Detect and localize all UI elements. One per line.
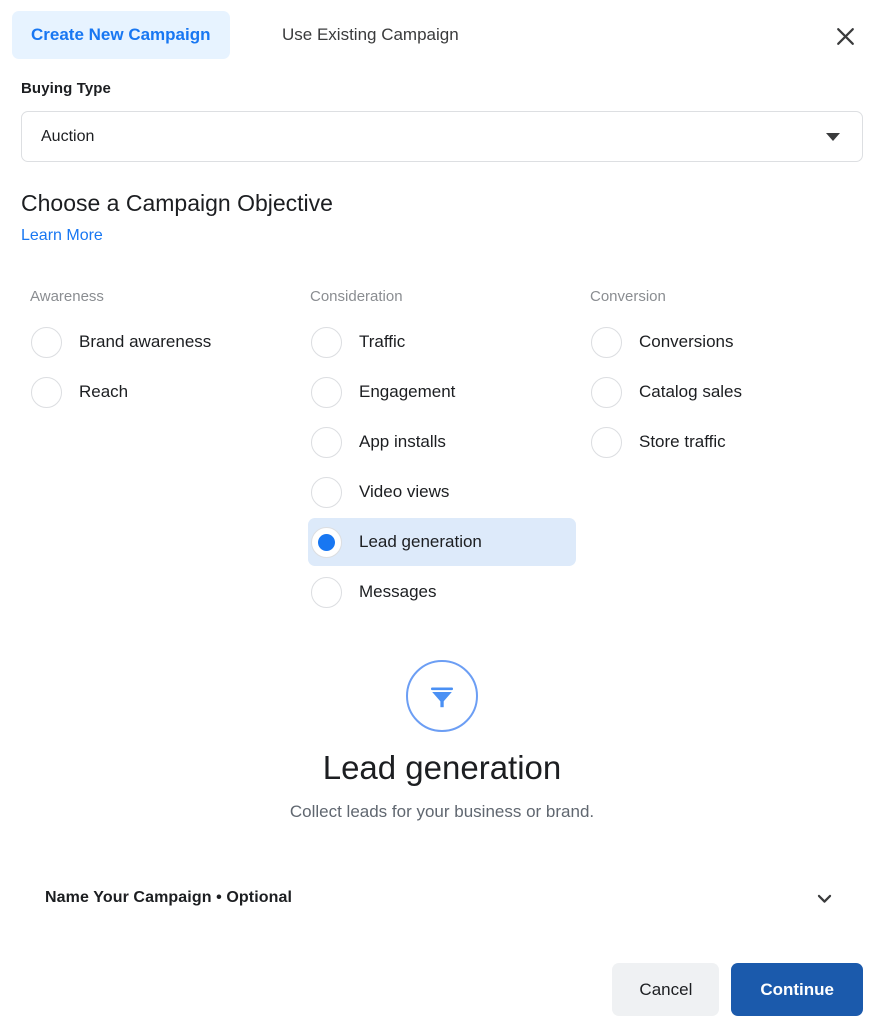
objective-option-conversions[interactable]: Conversions: [588, 318, 863, 366]
column-heading-awareness: Awareness: [28, 288, 303, 318]
radio-icon[interactable]: [311, 477, 342, 508]
radio-icon[interactable]: [311, 327, 342, 358]
buying-type-select[interactable]: Auction: [21, 111, 863, 162]
close-button[interactable]: [828, 19, 862, 53]
objective-option-video-views[interactable]: Video views: [308, 468, 583, 516]
objective-option-label: Messages: [359, 582, 436, 602]
chevron-down-icon: [826, 133, 840, 141]
radio-icon[interactable]: [591, 427, 622, 458]
objective-column-awareness: Awareness Brand awareness Reach: [28, 288, 303, 418]
radio-icon[interactable]: [591, 377, 622, 408]
cancel-button[interactable]: Cancel: [612, 963, 719, 1016]
radio-icon[interactable]: [31, 327, 62, 358]
objective-option-messages[interactable]: Messages: [308, 568, 583, 616]
close-icon: [835, 26, 856, 47]
objective-option-reach[interactable]: Reach: [28, 368, 303, 416]
radio-icon[interactable]: [311, 427, 342, 458]
tab-use-existing-campaign[interactable]: Use Existing Campaign: [268, 11, 473, 59]
name-campaign-label: Name Your Campaign • Optional: [45, 889, 292, 907]
radio-icon[interactable]: [311, 377, 342, 408]
objective-column-consideration: Consideration Traffic Engagement App ins…: [308, 288, 583, 618]
dialog-header: Create New Campaign Use Existing Campaig…: [0, 0, 884, 70]
objective-option-brand-awareness[interactable]: Brand awareness: [28, 318, 303, 366]
buying-type-label: Buying Type: [21, 80, 111, 97]
page-title: Choose a Campaign Objective: [21, 190, 333, 217]
objective-option-label: Lead generation: [359, 532, 482, 552]
column-heading-consideration: Consideration: [308, 288, 583, 318]
objective-option-store-traffic[interactable]: Store traffic: [588, 418, 863, 466]
radio-icon[interactable]: [31, 377, 62, 408]
objective-option-label: Engagement: [359, 382, 455, 402]
tab-create-new-campaign[interactable]: Create New Campaign: [12, 11, 230, 59]
objective-detail-panel: Lead generation Collect leads for your b…: [0, 660, 884, 822]
tab-create-new-campaign-label: Create New Campaign: [31, 25, 211, 45]
objective-option-label: Reach: [79, 382, 128, 402]
objective-option-label: Store traffic: [639, 432, 726, 452]
objective-option-label: Traffic: [359, 332, 405, 352]
objective-option-label: Conversions: [639, 332, 734, 352]
objective-option-label: Brand awareness: [79, 332, 211, 352]
radio-icon[interactable]: [591, 327, 622, 358]
objective-column-conversion: Conversion Conversions Catalog sales Sto…: [588, 288, 863, 468]
objective-option-traffic[interactable]: Traffic: [308, 318, 583, 366]
continue-button[interactable]: Continue: [731, 963, 863, 1016]
radio-dot: [318, 534, 335, 551]
objective-detail-title: Lead generation: [0, 749, 884, 787]
objective-option-label: Catalog sales: [639, 382, 742, 402]
buying-type-value: Auction: [22, 128, 94, 146]
objective-option-app-installs[interactable]: App installs: [308, 418, 583, 466]
tab-use-existing-campaign-label: Use Existing Campaign: [282, 25, 459, 45]
radio-icon[interactable]: [311, 577, 342, 608]
dialog-footer: Cancel Continue: [0, 955, 884, 1024]
objective-detail-description: Collect leads for your business or brand…: [0, 802, 884, 822]
radio-icon-selected[interactable]: [311, 527, 342, 558]
name-campaign-accordion[interactable]: Name Your Campaign • Optional: [45, 880, 835, 916]
objective-option-catalog-sales[interactable]: Catalog sales: [588, 368, 863, 416]
objective-option-engagement[interactable]: Engagement: [308, 368, 583, 416]
funnel-icon: [406, 660, 478, 732]
objective-option-lead-generation[interactable]: Lead generation: [308, 518, 576, 566]
objective-option-label: App installs: [359, 432, 446, 452]
learn-more-link[interactable]: Learn More: [21, 227, 103, 245]
chevron-down-icon[interactable]: [814, 888, 835, 909]
objective-option-label: Video views: [359, 482, 449, 502]
column-heading-conversion: Conversion: [588, 288, 863, 318]
